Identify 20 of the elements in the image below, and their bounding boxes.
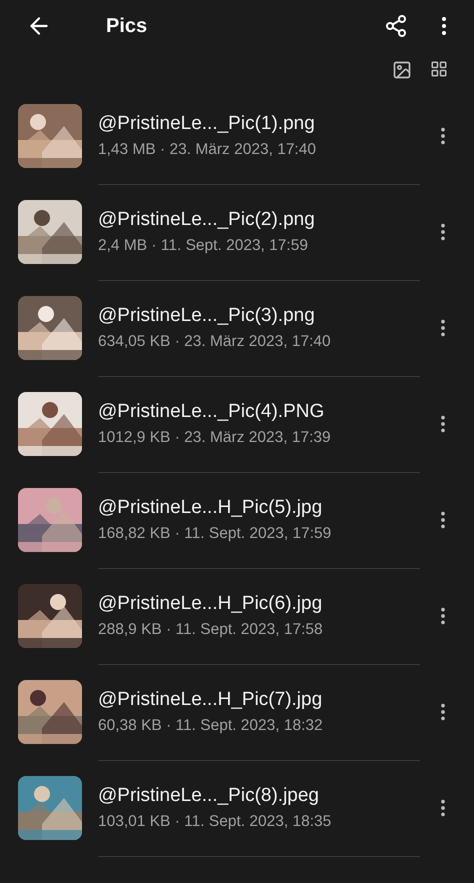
file-details: 103,01 KB · 11. Sept. 2023, 18:35: [98, 812, 332, 830]
file-name: @PristineLe...H_Pic(5).jpg: [98, 496, 324, 518]
file-details: 1,43 MB · 23. März 2023, 17:40: [98, 140, 317, 158]
file-name: @PristineLe...H_Pic(7).jpg: [98, 688, 324, 710]
file-details: 634,05 KB · 23. März 2023, 17:40: [98, 332, 332, 350]
file-details: 2,4 MB · 11. Sept. 2023, 17:59: [98, 236, 309, 254]
file-details: 60,38 KB · 11. Sept. 2023, 18:32: [98, 716, 324, 734]
file-name: @PristineLe..._Pic(8).jpeg: [98, 784, 320, 806]
file-name: @PristineLe..._Pic(3).png: [98, 304, 316, 326]
window-title: Pics: [106, 14, 148, 38]
file-details: 1012,9 KB · 23. März 2023, 17:39: [98, 428, 332, 446]
image-view-icon[interactable]: [392, 60, 412, 80]
grid-view-icon[interactable]: [430, 60, 448, 78]
share-icon[interactable]: [384, 14, 408, 38]
file-name: @PristineLe..._Pic(4).PNG: [98, 400, 326, 422]
file-name: @PristineLe..._Pic(1).png: [98, 112, 316, 134]
file-details: 168,82 KB · 11. Sept. 2023, 17:59: [98, 524, 332, 542]
file-name: @PristineLe...H_Pic(6).jpg: [98, 592, 324, 614]
file-name: @PristineLe..._Pic(2).png: [98, 208, 316, 230]
file-details: 288,9 KB · 11. Sept. 2023, 17:58: [98, 620, 324, 638]
